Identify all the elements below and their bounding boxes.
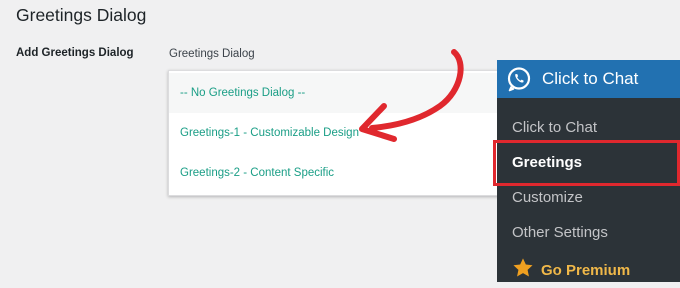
menu-item-other-settings[interactable]: Other Settings	[497, 216, 680, 250]
menu-item-greetings[interactable]: Greetings	[497, 146, 680, 180]
go-premium-label: Go Premium	[541, 262, 631, 279]
menu-item-click-to-chat[interactable]: Click to Chat	[497, 111, 680, 145]
whatsapp-icon	[507, 67, 531, 92]
menu-header-click-to-chat[interactable]: Click to Chat	[497, 60, 680, 98]
field-caption: Greetings Dialog	[169, 48, 255, 60]
star-icon	[513, 258, 533, 277]
page-title: Greetings Dialog	[16, 5, 147, 25]
admin-submenu: Click to Chat Click to Chat Greetings Cu…	[497, 60, 680, 282]
annotation-arrow-icon	[359, 49, 464, 142]
menu-item-go-premium[interactable]: Go Premium	[497, 254, 680, 288]
menu-item-customize[interactable]: Customize	[497, 181, 680, 215]
setting-label: Add Greetings Dialog	[16, 47, 134, 59]
dropdown-option-greetings-2[interactable]: Greetings-2 - Content Specific	[169, 153, 511, 193]
menu-header-label: Click to Chat	[542, 69, 639, 88]
